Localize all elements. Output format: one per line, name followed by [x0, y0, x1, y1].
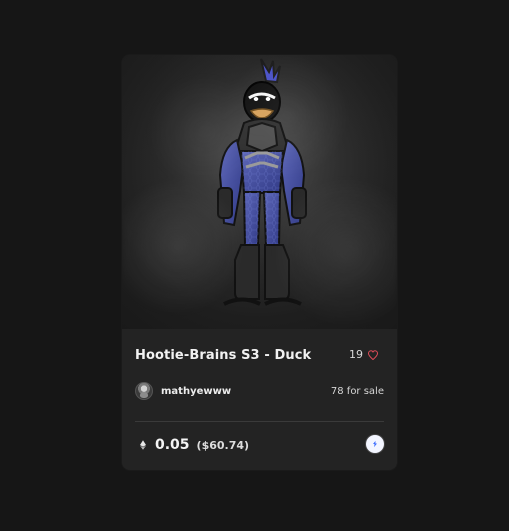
- smoke-background: [122, 55, 397, 329]
- likes-group[interactable]: 19: [349, 348, 379, 361]
- price-usd: ($60.74): [196, 439, 250, 452]
- nft-card[interactable]: Hootie-Brains S3 - Duck 19 mathyewww 78 …: [122, 55, 397, 470]
- price-eth: 0.05: [155, 437, 190, 453]
- nft-info: Hootie-Brains S3 - Duck 19 mathyewww 78 …: [122, 329, 397, 470]
- price-row: 0.05 ($60.74): [140, 437, 249, 453]
- chain-icon: [373, 440, 377, 448]
- nft-title: Hootie-Brains S3 - Duck: [135, 348, 312, 363]
- owner-row[interactable]: mathyewww: [135, 382, 231, 400]
- ethereum-icon: [140, 440, 146, 450]
- heart-icon[interactable]: [367, 349, 379, 361]
- sale-status: 78 for sale: [330, 386, 384, 397]
- heart-icon-svg: [367, 349, 379, 360]
- avatar[interactable]: [135, 382, 153, 400]
- owner-name[interactable]: mathyewww: [161, 386, 231, 397]
- nft-page: Hootie-Brains S3 - Duck 19 mathyewww 78 …: [0, 0, 509, 531]
- chain-button[interactable]: [366, 435, 384, 453]
- nft-image[interactable]: [122, 55, 397, 329]
- divider: [135, 421, 384, 422]
- likes-count: 19: [349, 348, 363, 361]
